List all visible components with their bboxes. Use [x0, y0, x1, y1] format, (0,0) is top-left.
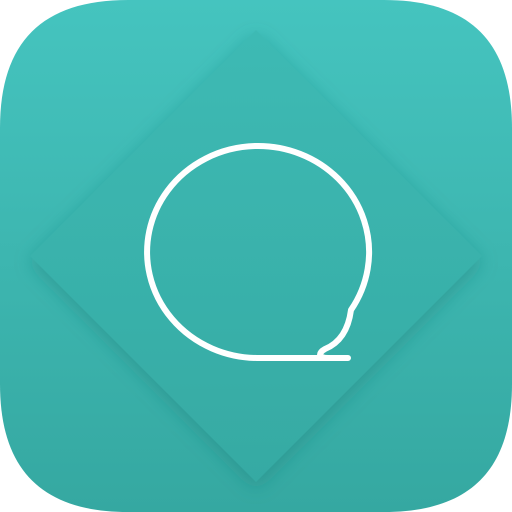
- app-icon-canvas: [0, 0, 512, 512]
- app-icon[interactable]: [0, 0, 512, 512]
